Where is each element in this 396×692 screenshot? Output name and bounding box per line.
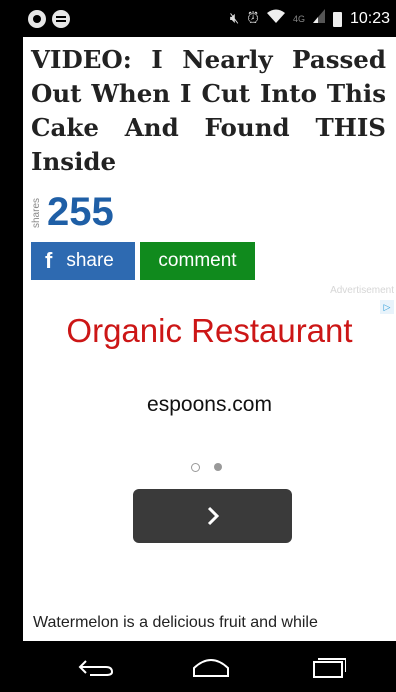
article-headline: VIDEO: I Nearly Passed Out When I Cut In… <box>31 45 386 176</box>
mute-icon: 🔇︎ <box>229 10 240 27</box>
advertisement-label: Advertisement <box>330 285 394 296</box>
signal-icon <box>312 8 325 30</box>
notification-icons <box>28 10 70 28</box>
spotify-icon <box>52 10 70 28</box>
navigation-bar <box>23 641 396 692</box>
carousel-dot-2[interactable] <box>214 463 222 471</box>
chevron-right-icon <box>207 506 219 526</box>
comment-button[interactable]: comment <box>140 242 255 280</box>
share-label: share <box>66 250 114 271</box>
carousel-indicator <box>191 463 222 472</box>
web-page[interactable]: VIDEO: I Nearly Passed Out When I Cut In… <box>23 37 396 641</box>
shares-label: shares <box>31 198 42 229</box>
phone-screen: 🔇︎ ⏰︎ 4G 10:23 VIDEO: I Nearly Passed Ou… <box>0 0 396 692</box>
ad-next-button[interactable] <box>133 489 292 543</box>
alarm-icon: ⏰︎ <box>247 10 259 27</box>
clock: 10:23 <box>349 10 390 27</box>
article-body-preview: Watermelon is a delicious fruit and whil… <box>33 614 318 631</box>
back-icon[interactable] <box>71 654 121 680</box>
carousel-dot-1[interactable] <box>191 463 200 472</box>
status-bar: 🔇︎ ⏰︎ 4G 10:23 <box>12 6 396 36</box>
wifi-icon <box>266 8 285 30</box>
home-icon[interactable] <box>186 654 236 680</box>
shares-count: 255 <box>47 190 114 234</box>
system-icons: 🔇︎ ⏰︎ 4G 10:23 <box>230 8 390 30</box>
ad-domain[interactable]: espoons.com <box>23 393 396 417</box>
chrome-icon <box>28 10 46 28</box>
facebook-icon: f <box>45 248 53 273</box>
recents-icon[interactable] <box>303 654 353 680</box>
facebook-share-button[interactable]: f share <box>31 242 135 280</box>
ad-headline[interactable]: Organic Restaurant <box>23 309 396 353</box>
network-type: 4G <box>292 14 305 24</box>
battery-icon <box>332 11 342 27</box>
